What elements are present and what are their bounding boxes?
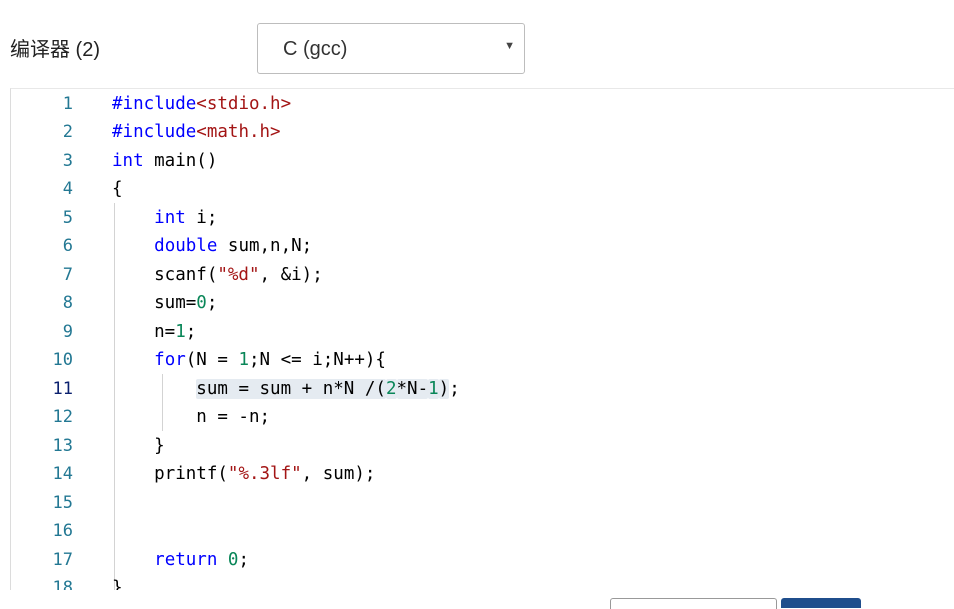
line-number: 15 (52, 492, 73, 513)
code-line[interactable]: sum = sum + n*N /(2*N-1); (112, 375, 460, 404)
code-line[interactable]: int main() (112, 147, 217, 176)
code-token: 1 (238, 350, 249, 370)
line-number: 1 (62, 93, 73, 114)
code-token: printf( (112, 464, 228, 484)
code-token: { (112, 179, 123, 199)
chevron-down-icon: ▼ (504, 40, 515, 52)
code-token: scanf( (112, 264, 218, 285)
code-token: ; (206, 293, 218, 313)
line-number: 17 (52, 549, 73, 570)
code-token: ) (438, 378, 450, 399)
line-number: 11 (52, 378, 73, 399)
secondary-button[interactable] (610, 598, 777, 609)
code-line[interactable]: } (112, 432, 165, 461)
code-token: (N = (185, 350, 239, 370)
code-line[interactable]: int i; (112, 204, 217, 233)
compiler-select-value: C (gcc) (283, 38, 348, 60)
code-line[interactable]: #include<math.h> (112, 118, 281, 147)
code-line[interactable]: for(N = 1;N <= i;N++){ (112, 346, 386, 375)
line-number: 6 (62, 236, 73, 256)
code-token: for (154, 350, 186, 370)
code-line[interactable]: n = -n; (112, 403, 270, 432)
code-token: ;N <= i;N++){ (249, 350, 386, 370)
line-number: 8 (62, 293, 73, 313)
code-token: i; (185, 207, 218, 228)
line-number: 18 (52, 578, 73, 590)
line-number: 14 (52, 464, 73, 484)
code-token: , &i); (259, 264, 323, 285)
code-token: *N- (396, 378, 429, 399)
code-token: "%d" (217, 264, 260, 285)
code-token: #include (112, 93, 197, 114)
code-line[interactable]: double sum,n,N; (112, 232, 312, 261)
code-token: #include (112, 122, 197, 142)
code-token: <math.h> (196, 122, 281, 142)
code-token: <stdio.h> (196, 93, 292, 114)
code-token: "%.3lf" (227, 464, 302, 484)
code-token: 0 (196, 293, 207, 313)
code-token: n= (112, 321, 176, 342)
line-number: 4 (62, 179, 73, 199)
code-token: int (112, 150, 144, 171)
code-line[interactable]: { (112, 175, 123, 204)
compiler-select[interactable]: C (gcc) ▼ (257, 23, 525, 74)
line-number: 2 (62, 122, 73, 142)
code-line[interactable]: return 0; (112, 546, 249, 575)
line-number: 12 (52, 407, 73, 427)
code-line[interactable]: n=1; (112, 318, 196, 347)
code-line[interactable]: scanf("%d", &i); (112, 261, 323, 290)
code-token: return (154, 549, 218, 570)
code-token: sum= (112, 293, 197, 313)
line-number: 16 (52, 521, 73, 541)
code-token: int (154, 207, 186, 228)
line-number: 13 (52, 435, 73, 456)
code-token: ; (185, 321, 197, 342)
code-token: , sum); (301, 464, 376, 484)
code-editor[interactable]: 1 2 3 4 5 6 7 8 9 10 11 12 13 14 15 16 17 18 #include<std… (10, 88, 954, 590)
line-number: 10 (52, 350, 73, 370)
code-token: ; (238, 549, 250, 570)
compiler-label: 编译器 (2) (10, 39, 100, 61)
code-token: 1 (175, 321, 186, 342)
line-number: 3 (62, 150, 73, 171)
code-line[interactable]: } (112, 574, 123, 590)
line-number: 7 (62, 264, 73, 285)
line-number: 9 (62, 321, 73, 342)
code-token: } (112, 578, 123, 590)
primary-button[interactable] (781, 598, 861, 608)
code-token: 0 (227, 549, 239, 570)
code-line[interactable]: sum=0; (112, 289, 217, 318)
code-token: double (154, 236, 218, 256)
code-line[interactable]: #include<stdio.h> (112, 90, 291, 119)
code-token: 1 (428, 378, 439, 399)
code-token: } (112, 435, 165, 456)
code-token: sum,n,N; (217, 236, 313, 256)
code-line[interactable]: printf("%.3lf", sum); (112, 460, 375, 489)
code-token: n = -n; (112, 407, 271, 427)
code-token: sum = sum + n*N /( (196, 378, 386, 399)
code-token: 2 (385, 378, 397, 399)
line-number: 5 (62, 207, 73, 228)
code-token: ; (449, 378, 460, 399)
code-token: main() (143, 150, 218, 171)
